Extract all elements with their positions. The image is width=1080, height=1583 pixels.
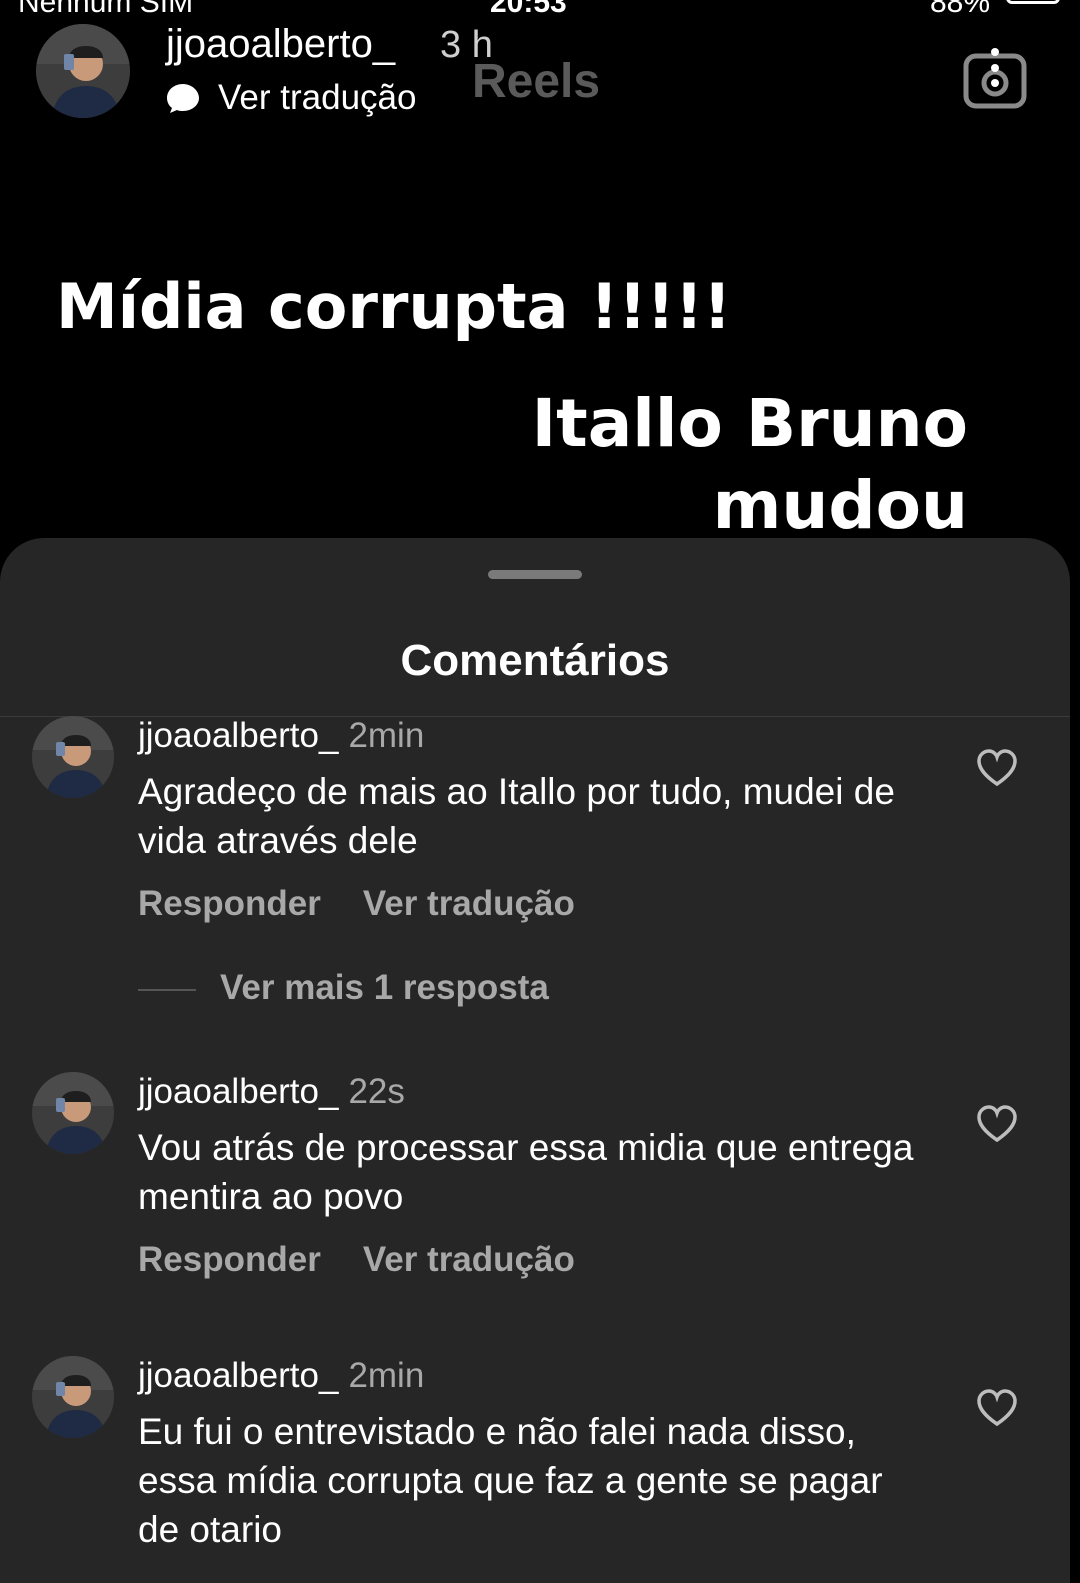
username-text: jjoaoalberto_ [138,1356,339,1395]
more-replies-label: Ver mais 1 resposta [220,968,549,1007]
avatar[interactable] [32,716,114,798]
camera-icon[interactable] [962,44,1028,110]
avatar[interactable] [32,1356,114,1438]
view-more-replies-button[interactable]: Ver mais 1 resposta [138,968,549,1008]
avatar[interactable] [32,1072,114,1154]
reels-label: Reels [472,55,601,108]
translate-label: Ver tradução [218,78,417,117]
comment-time: 2min [348,716,425,755]
comment-actions: Responder Ver tradução [138,884,575,924]
story-header: jjoaoalberto_ 3 h Ver tradução Reels [0,0,1080,130]
avatar-photo-icon [36,24,130,118]
reply-thread-line [138,988,196,991]
comments-title: Comentários [400,636,670,685]
comment-time: 2min [348,1356,425,1395]
chat-bubble-icon [167,84,199,113]
story-username[interactable]: jjoaoalberto_ [166,22,395,67]
comment-username[interactable]: jjoaoalberto_ 2min [138,716,424,756]
comment-username[interactable]: jjoaoalberto_ 22s [138,1072,405,1112]
drag-handle[interactable] [488,570,582,579]
avatar-photo-icon [32,716,114,798]
translate-button[interactable]: Ver tradução [166,78,416,118]
heart-icon[interactable] [976,1389,1018,1427]
comment-username[interactable]: jjoaoalberto_ 2min [138,1356,424,1396]
comments-sheet: Comentários jjoaoalberto_ 2min Agradeço d… [0,538,1070,1583]
username-text: jjoaoalberto_ [138,716,339,755]
story-caption-line-1: Mídia corrupta !!!!! [56,270,732,343]
comment-time: 22s [348,1072,405,1111]
avatar[interactable] [36,24,130,118]
heart-icon[interactable] [976,749,1018,787]
comment-text: Agradeço de mais ao Itallo por tudo, mud… [138,771,895,861]
reply-button[interactable]: Responder [138,1240,321,1279]
translate-button[interactable]: Ver tradução [363,1240,575,1279]
avatar-photo-icon [32,1356,114,1438]
avatar-photo-icon [32,1072,114,1154]
reply-button[interactable]: Responder [138,884,321,923]
translate-button[interactable]: Ver tradução [363,884,575,923]
heart-icon[interactable] [976,1105,1018,1143]
username-text: jjoaoalberto_ [138,1072,339,1111]
comment-text: Eu fui o entrevistado e não falei nada d… [138,1411,883,1550]
comment-text: Vou atrás de processar essa midia que en… [138,1127,914,1217]
comment-actions: Responder Ver tradução [138,1240,575,1280]
